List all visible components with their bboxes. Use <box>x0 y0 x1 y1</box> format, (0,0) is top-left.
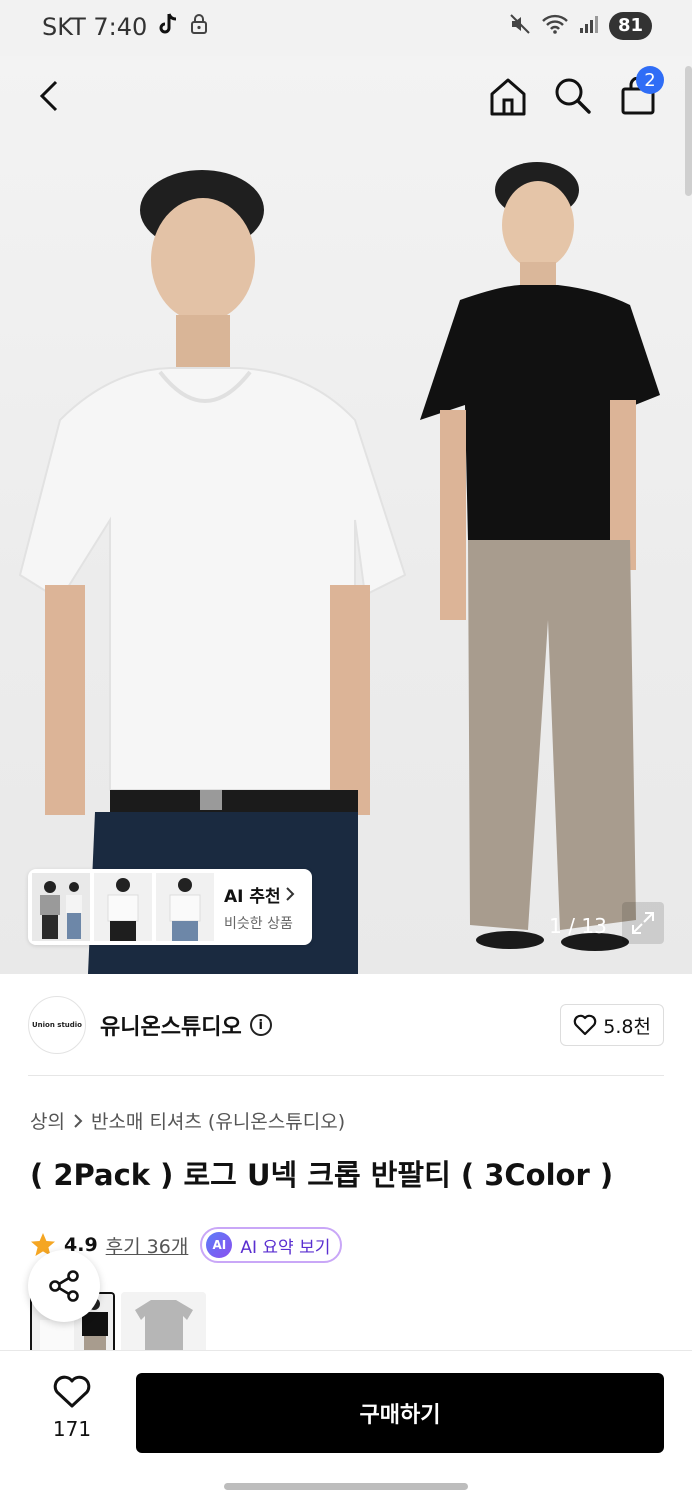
home-indicator[interactable] <box>224 1483 468 1490</box>
brand-logo[interactable]: Union studio <box>28 996 86 1054</box>
chevron-right-icon <box>285 887 295 901</box>
ai-thumb-3 <box>156 873 214 941</box>
ai-summary-label: AI 요약 보기 <box>240 1237 331 1258</box>
ai-recommend-card[interactable]: AI 추천 비슷한 상품 <box>28 869 312 945</box>
color-option-2[interactable] <box>121 1292 206 1352</box>
ai-recommend-text: AI 추천 비슷한 상품 <box>224 882 295 933</box>
ai-recommend-label: AI 추천 <box>224 886 281 907</box>
cart-button[interactable]: 2 <box>614 66 664 120</box>
back-button[interactable] <box>26 72 74 120</box>
wishlist-button[interactable]: 171 <box>42 1375 102 1441</box>
page-scrollbar[interactable] <box>685 66 692 196</box>
brand-like-count: 5.8천 <box>603 1015 651 1038</box>
breadcrumb-root[interactable]: 상의 <box>30 1107 65 1134</box>
share-button[interactable] <box>28 1250 100 1322</box>
search-icon <box>555 78 591 114</box>
bottom-bar: 171 구매하기 <box>0 1350 692 1500</box>
buy-button[interactable]: 구매하기 <box>136 1373 664 1453</box>
status-bar: SKT 7:40 81 <box>0 0 692 56</box>
product-image-gallery[interactable]: 2 AI 추천 비슷한 상품 1 / 13 <box>0 56 692 974</box>
info-icon[interactable]: i <box>249 1014 272 1036</box>
search-button[interactable] <box>549 72 597 120</box>
cart-count-badge: 2 <box>636 66 664 94</box>
home-icon <box>490 78 526 116</box>
wifi-icon <box>541 13 569 39</box>
ai-recommend-title: AI 추천 <box>224 882 295 907</box>
wishlist-count: 171 <box>52 1417 92 1441</box>
divider <box>28 1075 664 1076</box>
ai-thumb-1 <box>32 873 90 941</box>
signal-icon <box>579 14 599 38</box>
status-left: SKT 7:40 <box>42 12 209 42</box>
ai-recommend-subtitle: 비슷한 상품 <box>224 915 293 932</box>
ai-summary-button[interactable]: AI AI 요약 보기 <box>200 1227 343 1263</box>
product-title: ( 2Pack ) 로그 U넥 크롭 반팔티 ( 3Color ) <box>30 1158 614 1192</box>
brand-row: Union studio 유니온스튜디오 i 5.8천 <box>28 995 664 1055</box>
ai-thumb-2 <box>94 873 152 941</box>
status-right: 81 <box>509 12 652 40</box>
expand-icon <box>632 912 654 934</box>
breadcrumb-category[interactable]: 반소매 티셔츠 (유니온스튜디오) <box>91 1107 345 1134</box>
carrier-time: SKT 7:40 <box>42 13 148 41</box>
brand-like-button[interactable]: 5.8천 <box>560 1004 664 1046</box>
chevron-right-icon <box>74 1113 83 1128</box>
home-button[interactable] <box>484 72 532 120</box>
tiktok-icon <box>157 12 179 42</box>
heart-icon <box>574 1014 597 1036</box>
color-thumb-image <box>121 1292 206 1352</box>
battery-indicator: 81 <box>608 12 652 40</box>
expand-button[interactable] <box>622 902 664 944</box>
lock-icon <box>189 13 209 41</box>
brand-name[interactable]: 유니온스튜디오 <box>100 1009 242 1041</box>
review-count-link[interactable]: 후기 36개 <box>106 1232 189 1259</box>
heart-icon <box>53 1375 91 1408</box>
product-photo <box>18 162 660 974</box>
ai-badge: AI <box>206 1232 233 1258</box>
share-icon <box>49 1270 79 1302</box>
brand-logo-text: Union studio <box>31 1021 82 1029</box>
image-counter: 1 / 13 <box>549 914 607 938</box>
chevron-left-icon <box>39 80 58 112</box>
breadcrumb: 상의 반소매 티셔츠 (유니온스튜디오) <box>30 1107 345 1134</box>
mute-icon <box>509 13 531 39</box>
